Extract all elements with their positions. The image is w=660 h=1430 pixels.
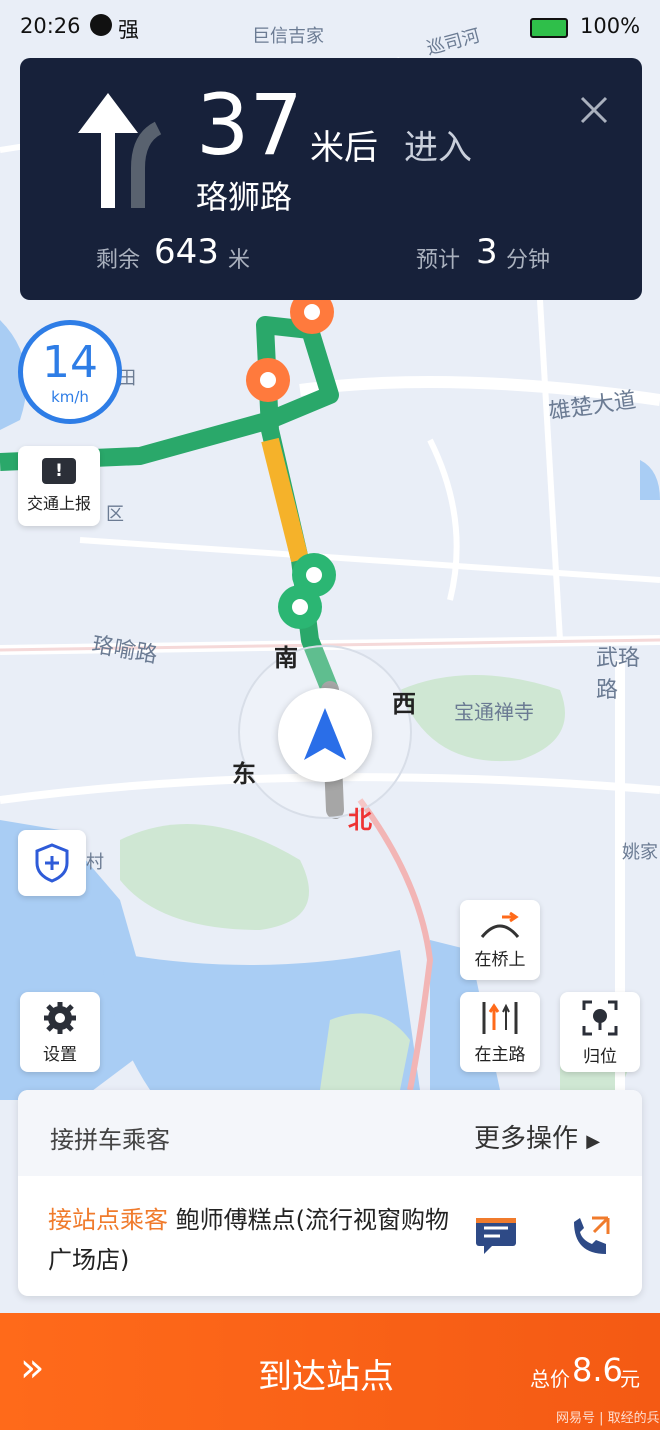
shield-icon — [35, 843, 69, 883]
remain-value: 643 — [154, 232, 219, 272]
eta-value: 3 — [476, 232, 498, 272]
arrive-at-station-button[interactable]: » 到达站点 总价 8.6 元 网易号 | 取经的兵 — [0, 1313, 660, 1430]
pickup-tag: 接站点乘客 — [48, 1206, 168, 1234]
eta-unit: 分钟 — [506, 248, 551, 273]
arrive-label: 到达站点 — [258, 1357, 394, 1397]
compass-north: 北 — [348, 806, 372, 834]
eta-label: 预计 — [416, 248, 461, 273]
price-label: 总价 — [530, 1367, 570, 1391]
settings-label: 设置 — [43, 1044, 77, 1065]
watermark: 网易号 | 取经的兵 — [556, 1411, 660, 1426]
straight-arrow-icon — [78, 93, 162, 208]
chat-icon[interactable] — [474, 1216, 518, 1256]
more-actions-link[interactable]: 更多操作 ▶ — [474, 1118, 600, 1155]
compass-east: 东 — [232, 760, 256, 788]
remain-label: 剩余 — [96, 248, 141, 273]
pickup-location[interactable]: 接站点乘客 鲍师傅糕点(流行视窗购物广场店) — [48, 1200, 468, 1280]
on-bridge-button[interactable]: 在桥上 — [460, 900, 540, 980]
locate-icon — [582, 1000, 618, 1035]
battery-icon — [530, 18, 568, 38]
navigation-arrow-icon — [304, 708, 346, 760]
road-name: 珞狮路 — [196, 178, 293, 216]
status-time: 20:26 — [20, 14, 81, 38]
price-value: 8.6 — [572, 1351, 623, 1389]
speed-indicator: 14 km/h — [18, 320, 122, 424]
battery-level: 100% — [580, 14, 641, 38]
turn-instruction-card: 37 米后 进入 珞狮路 剩余 643 米 预计 3 分钟 — [20, 58, 642, 300]
distance-unit: 米后 — [310, 128, 378, 168]
close-icon[interactable] — [576, 92, 612, 128]
place-label-qu: 区 — [106, 504, 124, 525]
place-label-yaojia: 姚家 — [622, 842, 658, 863]
bridge-icon — [480, 911, 520, 938]
compass-west: 西 — [392, 690, 416, 718]
traffic-report-label: 交通上报 — [26, 494, 91, 513]
on-bridge-label: 在桥上 — [474, 949, 526, 970]
recenter-label: 归位 — [583, 1046, 617, 1067]
speed-value: 14 — [42, 337, 98, 388]
speed-unit: km/h — [51, 388, 89, 406]
recenter-button[interactable]: 归位 — [560, 992, 640, 1072]
main-road-button[interactable]: 在主路 — [460, 992, 540, 1072]
price-unit: 元 — [620, 1367, 640, 1391]
main-road-icon — [482, 1001, 518, 1034]
place-label-zhen: 村 — [86, 852, 104, 873]
alert-icon: ! — [42, 458, 76, 484]
remain-unit: 米 — [228, 248, 251, 273]
compass-south: 南 — [274, 644, 298, 672]
pickup-task-card: 接拼车乘客 更多操作 ▶ 接站点乘客 鲍师傅糕点(流行视窗购物广场店) — [18, 1090, 642, 1296]
distance-value: 37 — [196, 76, 303, 174]
road-label-wuluo: 武珞路 — [596, 646, 641, 703]
vehicle-position-marker — [278, 688, 372, 782]
settings-button[interactable]: 设置 — [20, 992, 100, 1072]
triangle-right-icon: ▶ — [586, 1131, 601, 1152]
more-actions-label: 更多操作 — [474, 1124, 579, 1154]
task-title: 接拼车乘客 — [50, 1126, 170, 1154]
signal-strength: 强 — [118, 18, 139, 42]
network-icon — [90, 14, 112, 36]
gear-icon — [44, 1001, 76, 1034]
safety-shield-button[interactable] — [18, 830, 86, 896]
double-chevron-right-icon: » — [20, 1345, 45, 1391]
main-road-label: 在主路 — [474, 1044, 526, 1065]
action-text: 进入 — [404, 128, 472, 168]
poi-baotong-temple: 宝通禅寺 — [454, 700, 534, 724]
traffic-report-button[interactable]: ! 交通上报 — [18, 446, 100, 526]
phone-icon[interactable] — [568, 1214, 612, 1258]
status-bar: 20:26 强 100% — [0, 0, 660, 52]
